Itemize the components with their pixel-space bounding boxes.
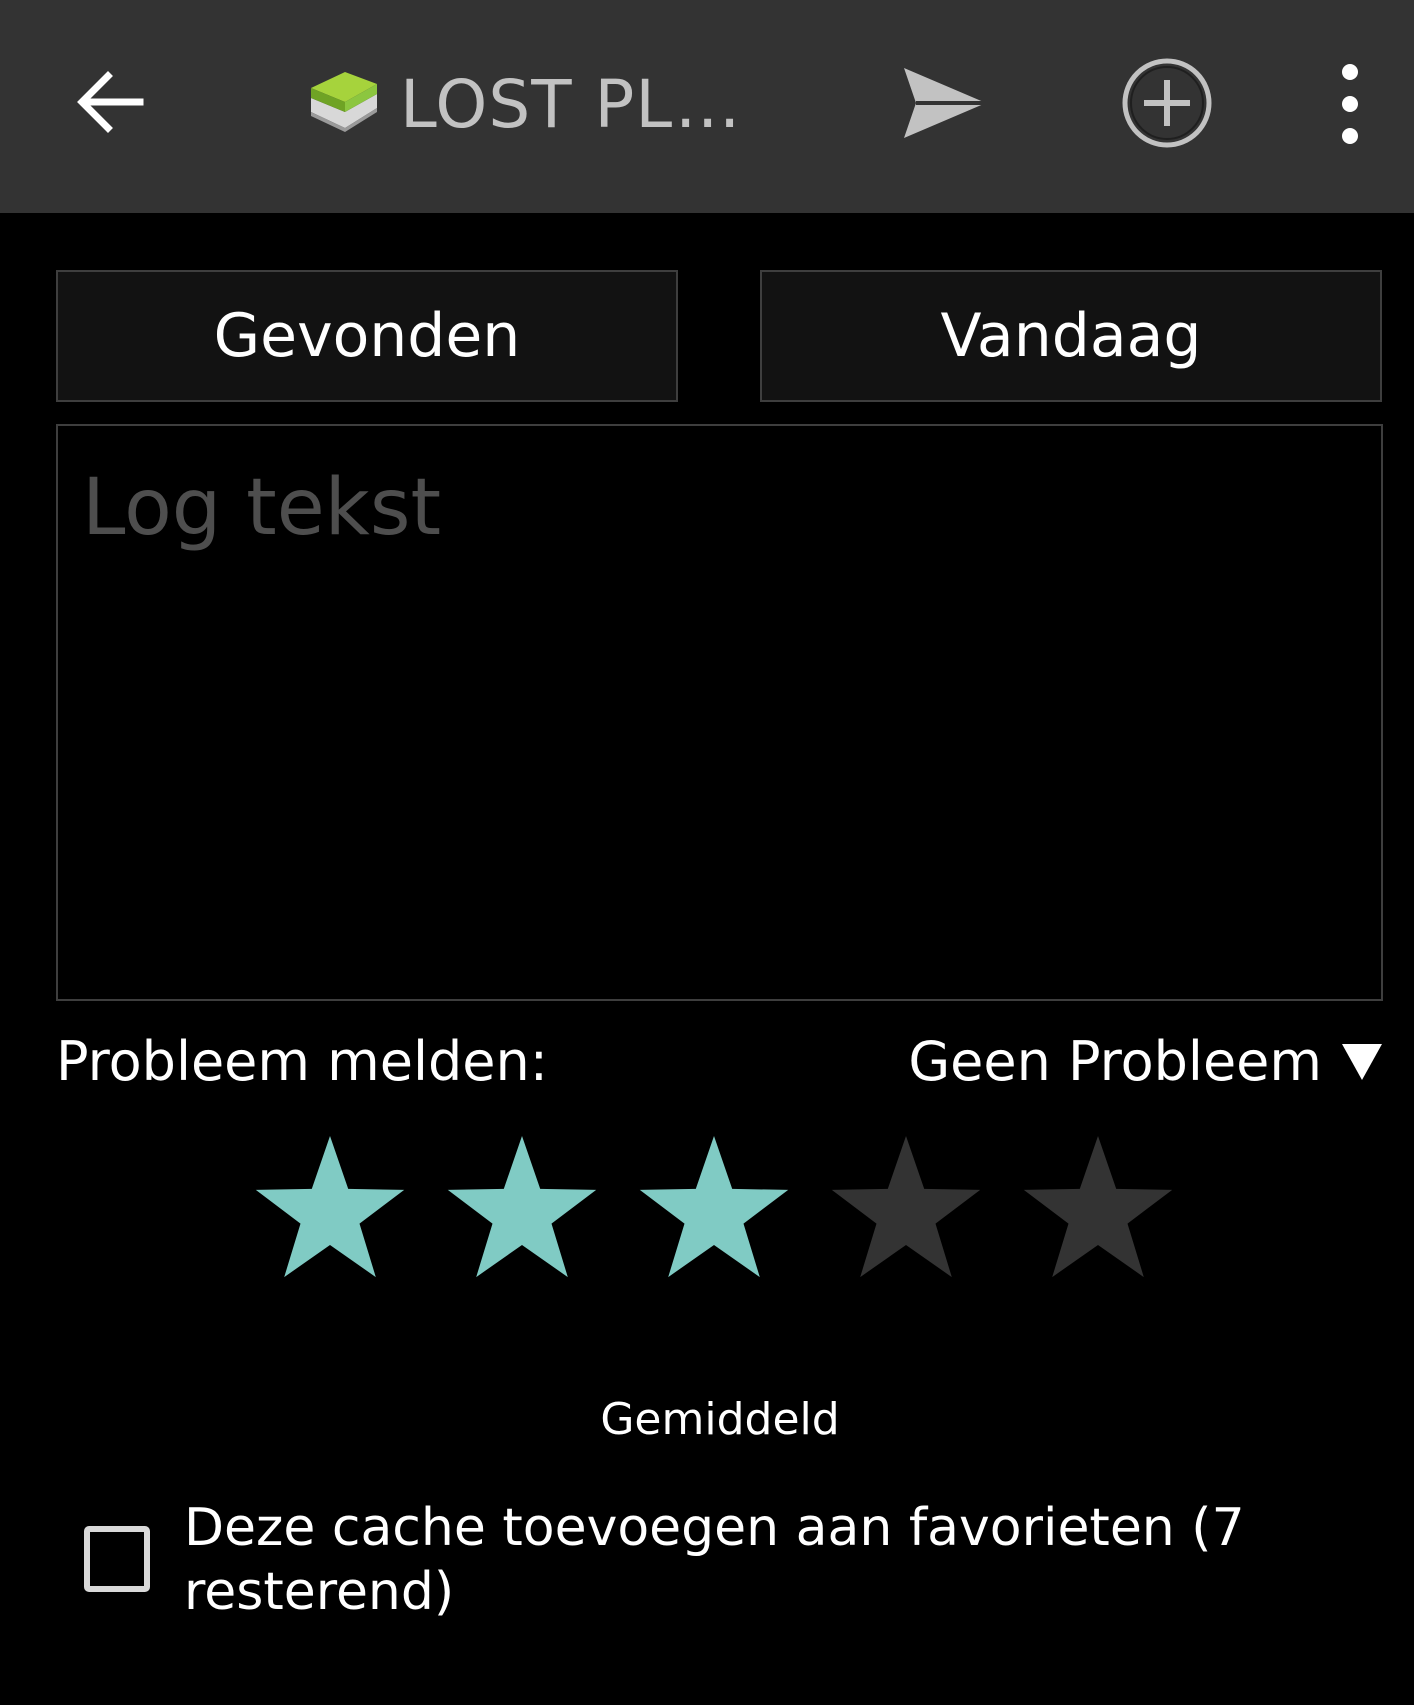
arrow-left-icon[interactable] [70,62,150,142]
star-icon[interactable] [250,1130,410,1290]
rating-label: Gemiddeld [600,1394,840,1445]
rating-stars [250,1130,1210,1290]
more-vertical-icon[interactable] [1330,62,1370,146]
favorite-label: Deze cache toevoegen aan favorieten (7 r… [184,1498,1245,1622]
log-type-button[interactable]: Gevonden [56,270,678,402]
star-icon[interactable] [634,1130,794,1290]
star-icon[interactable] [826,1130,986,1290]
star-icon[interactable] [442,1130,602,1290]
star-icon[interactable] [1018,1130,1178,1290]
send-icon[interactable] [900,62,990,144]
page-title: LOST PLA... [400,66,780,143]
log-text-input[interactable] [56,424,1383,1001]
date-button[interactable]: Vandaag [760,270,1382,402]
favorite-checkbox-row[interactable]: Deze cache toevoegen aan favorieten (7 r… [84,1496,1384,1624]
problem-label: Probleem melden: [56,1030,548,1093]
green-book-icon [311,72,377,132]
triangle-down-icon [1342,1044,1382,1080]
app-bar: LOST PLA... [0,0,1414,213]
add-circle-icon[interactable] [1120,56,1214,150]
favorite-checkbox[interactable] [84,1526,150,1592]
problem-dropdown[interactable]: Geen Probleem [908,1030,1384,1094]
problem-selected-value: Geen Probleem [908,1030,1322,1093]
